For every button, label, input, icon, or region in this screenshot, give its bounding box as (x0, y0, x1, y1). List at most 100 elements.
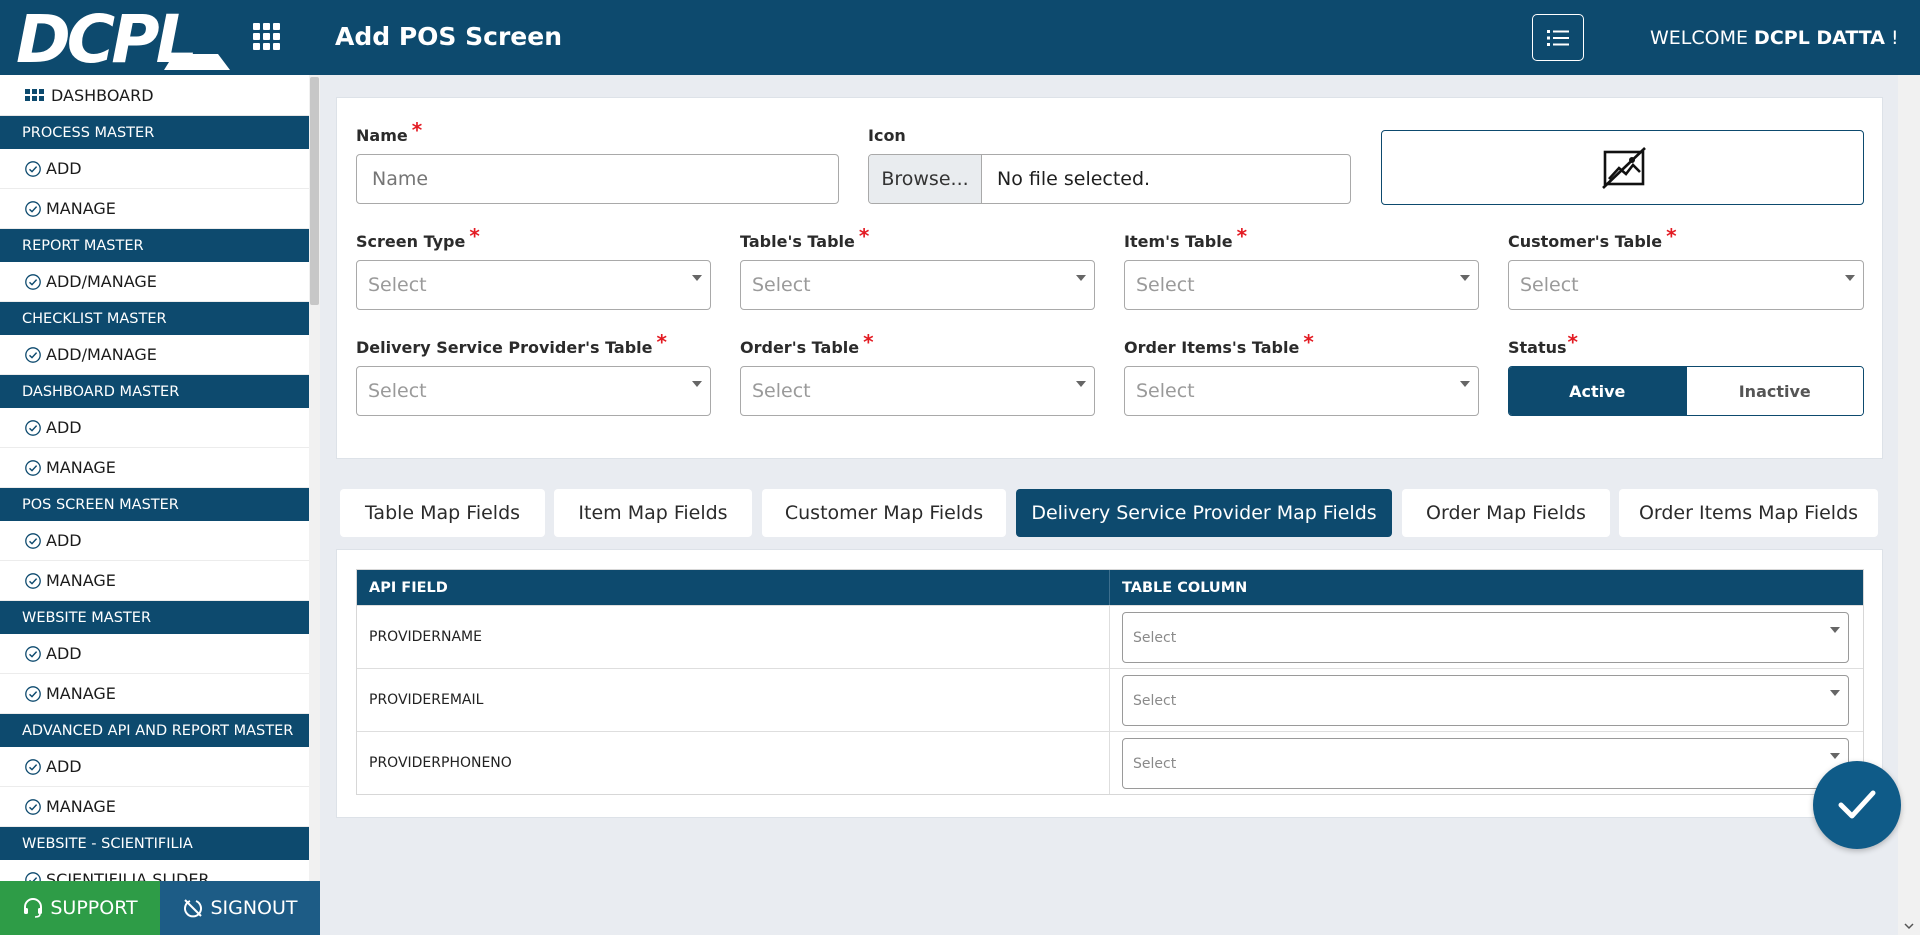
screen-type-label-text: Screen Type (356, 232, 466, 251)
sidebar-item[interactable]: ADD (0, 521, 309, 561)
pos-screen-form: Name* Icon Browse... No file selected. S… (336, 97, 1883, 459)
sidebar-item-label: ADD/MANAGE (46, 345, 157, 364)
welcome-message: WELCOME DCPL DATTA ! (1650, 27, 1899, 49)
customers-table-select[interactable]: Select (1508, 260, 1864, 310)
sidebar-section-header[interactable]: REPORT MASTER (0, 229, 309, 262)
table-row: PROVIDERPHONENO Select (357, 731, 1863, 794)
select-value: Select (752, 274, 811, 296)
support-label: SUPPORT (50, 897, 138, 919)
sidebar-item-label: MANAGE (46, 571, 116, 590)
required-mark: * (411, 118, 423, 142)
sidebar-section-header[interactable]: WEBSITE MASTER (0, 601, 309, 634)
chevron-down-icon[interactable] (1904, 921, 1914, 931)
required-mark: * (1567, 330, 1578, 354)
sidebar-item-label: ADD (46, 159, 82, 178)
required-mark: * (656, 330, 667, 354)
tables-table-select[interactable]: Select (740, 260, 1095, 310)
dcpl-logo[interactable]: DCPL (14, 6, 230, 70)
sidebar-section-header[interactable]: CHECKLIST MASTER (0, 302, 309, 335)
sidebar-item-label: MANAGE (46, 684, 116, 703)
customers-table-label: Customer's Table * (1508, 224, 1677, 252)
sidebar-item[interactable]: MANAGE (0, 448, 309, 488)
tab-item-map-fields[interactable]: Item Map Fields (554, 489, 752, 537)
sidebar-item[interactable]: ADD/MANAGE (0, 262, 309, 302)
sidebar-item[interactable]: MANAGE (0, 674, 309, 714)
sidebar-item[interactable]: ADD (0, 747, 309, 787)
select-value: Select (1136, 274, 1195, 296)
status-inactive-button[interactable]: Inactive (1685, 367, 1863, 415)
sidebar-item-dashboard[interactable]: DASHBOARD (0, 75, 309, 116)
sidebar-section-header[interactable]: POS SCREEN MASTER (0, 488, 309, 521)
tab-order-items-map-fields[interactable]: Order Items Map Fields (1619, 489, 1878, 537)
orders-table-select[interactable]: Select (740, 366, 1095, 416)
icon-label: Icon (868, 126, 906, 145)
items-table-select[interactable]: Select (1124, 260, 1479, 310)
api-field-header: API FIELD (357, 570, 1110, 605)
tab-table-map-fields[interactable]: Table Map Fields (340, 489, 545, 537)
icon-file-input[interactable]: Browse... No file selected. (868, 154, 1351, 204)
sidebar: DASHBOARD PROCESS MASTER ADD MANAGE REPORT … (0, 75, 320, 935)
tab-customer-map-fields[interactable]: Customer Map Fields (762, 489, 1006, 537)
signout-button[interactable]: SIGNOUT (160, 881, 320, 935)
signout-label: SIGNOUT (210, 897, 298, 919)
table-column-header: TABLE COLUMN (1122, 579, 1248, 596)
sidebar-item[interactable]: MANAGE (0, 561, 309, 601)
sidebar-scrollbar[interactable] (309, 75, 320, 935)
check-circle-icon (25, 200, 41, 217)
name-input[interactable] (356, 154, 839, 204)
sidebar-item[interactable]: ADD/MANAGE (0, 335, 309, 375)
check-circle-icon (25, 459, 41, 476)
sidebar-item-label: ADD (46, 418, 82, 437)
check-circle-icon (25, 160, 41, 177)
check-circle-icon (25, 645, 41, 662)
chevron-down-icon (1830, 627, 1840, 633)
list-view-button[interactable] (1532, 14, 1584, 61)
apps-grid-icon[interactable] (251, 21, 283, 53)
tab-delivery-service-provider-map-fields[interactable]: Delivery Service Provider Map Fields (1016, 489, 1392, 537)
sidebar-item[interactable]: MANAGE (0, 787, 309, 827)
sidebar-section-header[interactable]: WEBSITE - SCIENTIFILIA (0, 827, 309, 860)
tab-order-map-fields[interactable]: Order Map Fields (1402, 489, 1610, 537)
sidebar-item[interactable]: MANAGE (0, 189, 309, 229)
user-name[interactable]: DCPL DATTA (1754, 27, 1885, 49)
sidebar-item[interactable]: ADD (0, 149, 309, 189)
sidebar-scrollbar-thumb[interactable] (310, 77, 319, 305)
image-placeholder-icon (1602, 147, 1646, 189)
icon-preview (1381, 130, 1864, 205)
order-items-table-label: Order Items's Table * (1124, 330, 1314, 358)
dsp-table-select[interactable]: Select (356, 366, 711, 416)
column-select[interactable]: Select (1122, 675, 1849, 726)
sidebar-item[interactable]: ADD (0, 634, 309, 674)
table-row: PROVIDERNAME Select (357, 605, 1863, 668)
column-select[interactable]: Select (1122, 612, 1849, 663)
required-mark: * (1666, 224, 1677, 248)
support-button[interactable]: SUPPORT (0, 881, 160, 935)
submit-button[interactable] (1813, 761, 1901, 849)
table-column-cell: Select (1110, 606, 1863, 668)
order-items-table-select[interactable]: Select (1124, 366, 1479, 416)
check-circle-icon (25, 346, 41, 363)
screen-type-label: Screen Type * (356, 224, 480, 252)
sidebar-item[interactable]: ADD (0, 408, 309, 448)
check-circle-icon (25, 758, 41, 775)
select-value: Select (1133, 629, 1177, 646)
sidebar-item-label: MANAGE (46, 199, 116, 218)
order-items-table-label-text: Order Items's Table (1124, 338, 1300, 357)
sidebar-section-header[interactable]: DASHBOARD MASTER (0, 375, 309, 408)
sidebar-section-header[interactable]: ADVANCED API AND REPORT MASTER (0, 714, 309, 747)
main-scrollbar[interactable] (1898, 75, 1920, 935)
select-value: Select (1520, 274, 1579, 296)
required-mark: * (469, 224, 480, 248)
select-value: Select (368, 380, 427, 402)
file-name-text: No file selected. (997, 168, 1151, 190)
chevron-down-icon (1076, 275, 1086, 281)
select-value: Select (1136, 380, 1195, 402)
sidebar-item-label: ADD (46, 644, 82, 663)
status-active-button[interactable]: Active (1509, 367, 1686, 415)
browse-button[interactable]: Browse... (869, 155, 982, 203)
screen-type-select[interactable]: Select (356, 260, 711, 310)
select-value: Select (368, 274, 427, 296)
sidebar-section-header[interactable]: PROCESS MASTER (0, 116, 309, 149)
sidebar-item-label: MANAGE (46, 458, 116, 477)
column-select[interactable]: Select (1122, 738, 1849, 789)
